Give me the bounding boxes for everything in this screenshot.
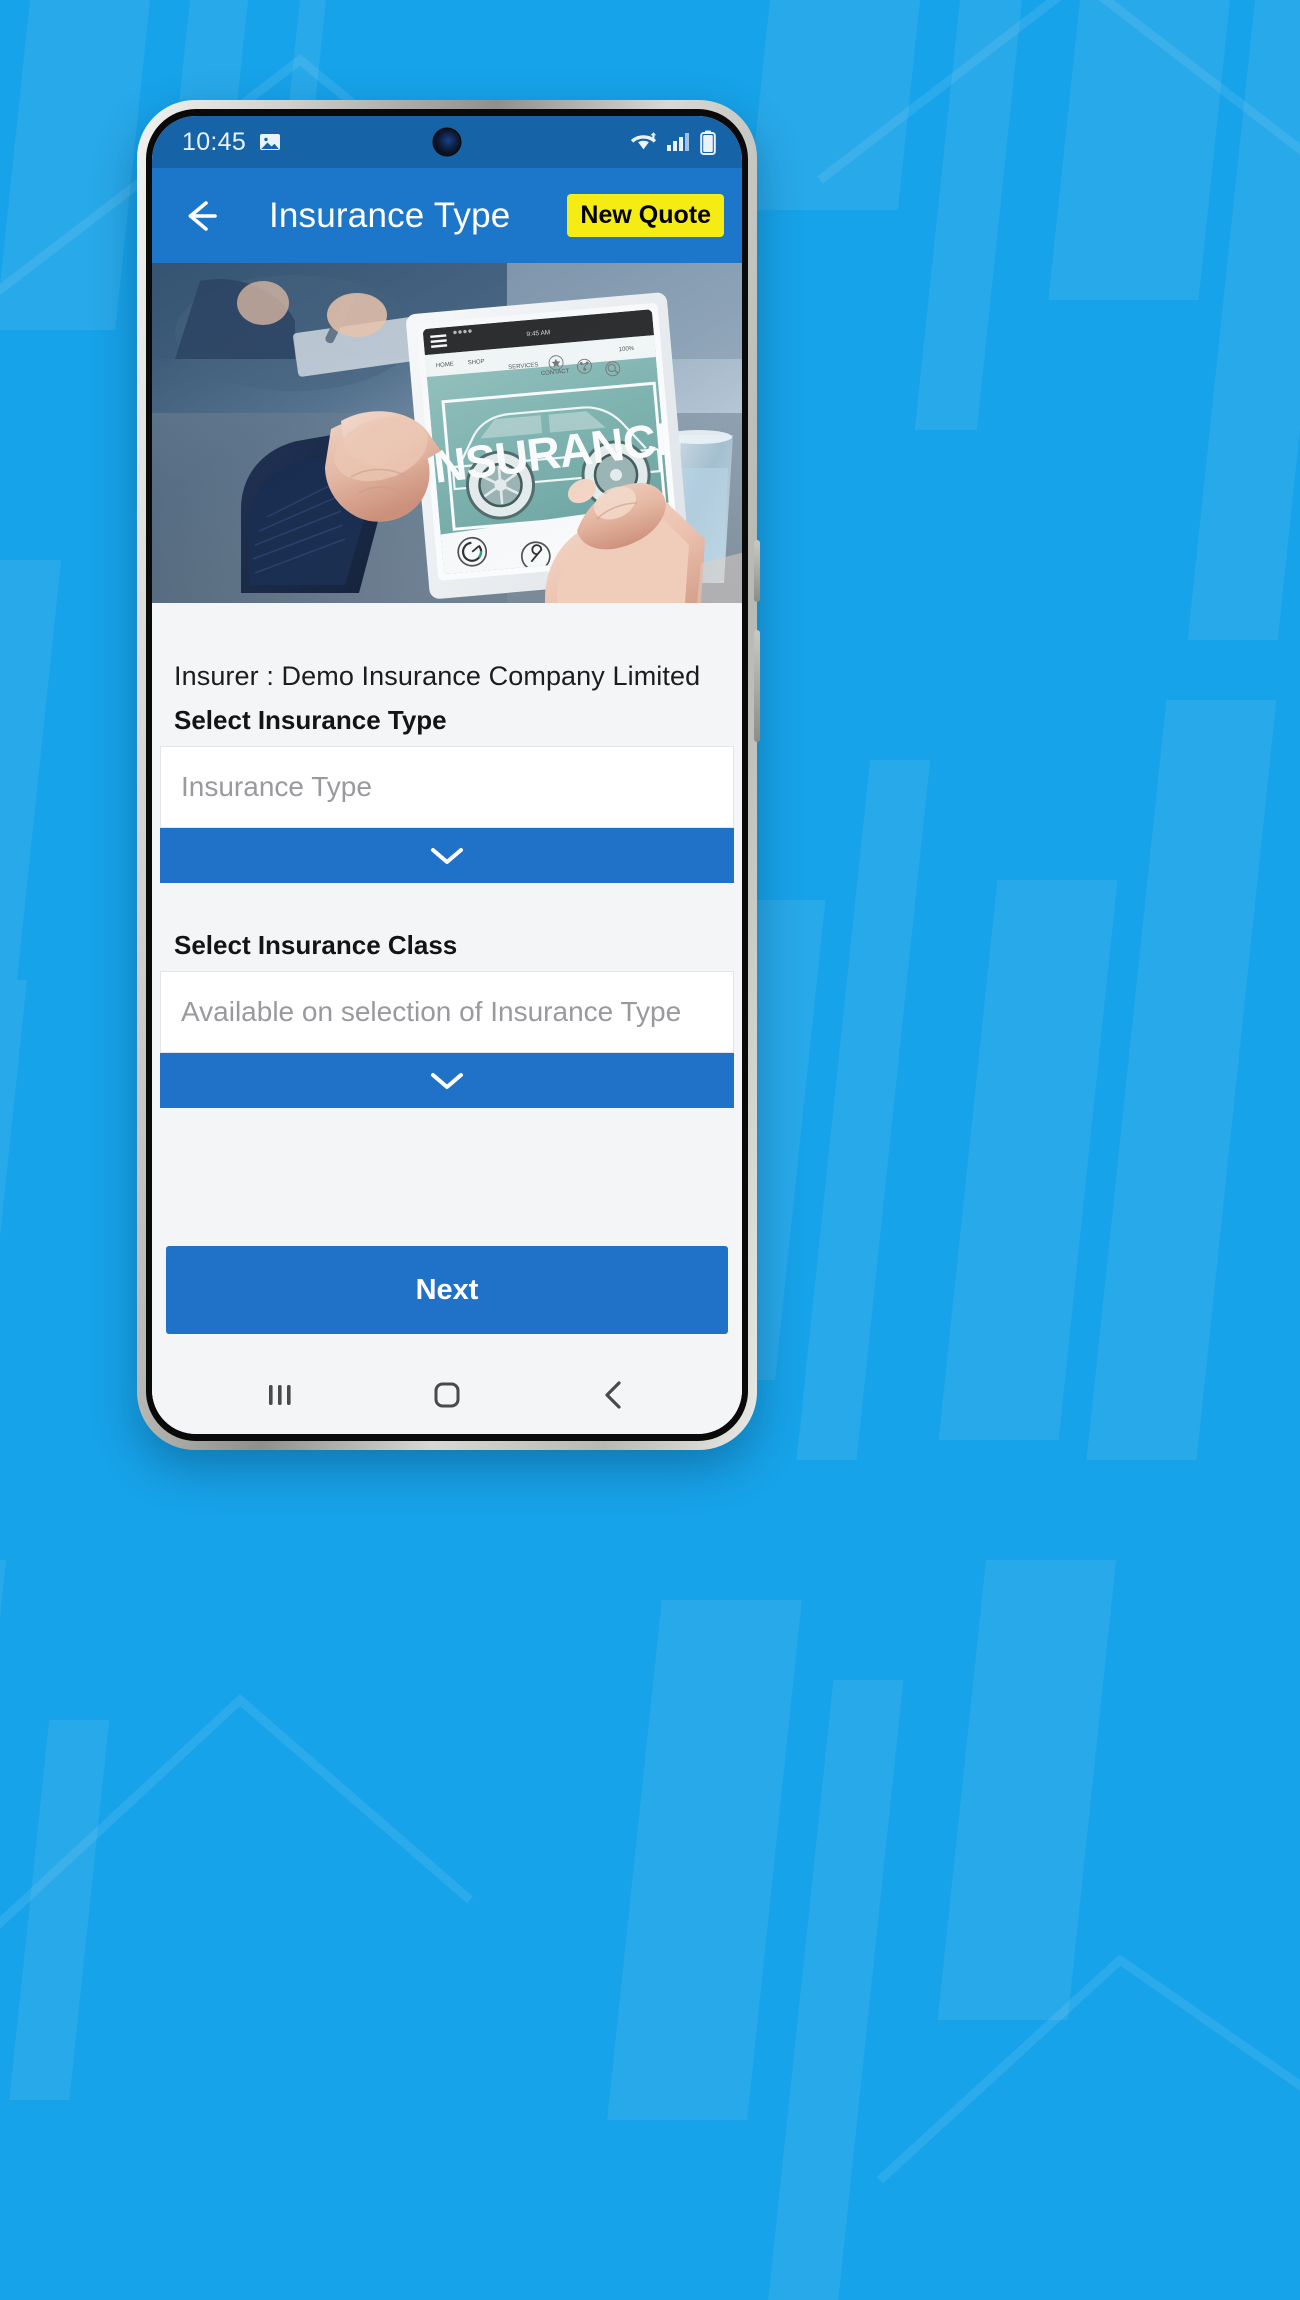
status-bar-system-icons — [630, 130, 716, 155]
signal-icon — [667, 133, 689, 151]
volume-button[interactable] — [754, 540, 760, 602]
form-content: Insurer : Demo Insurance Company Limited… — [152, 603, 742, 1356]
android-nav-bar — [152, 1356, 742, 1434]
recents-icon[interactable] — [260, 1378, 300, 1412]
page-title: Insurance Type — [268, 195, 511, 235]
submit-row: Next — [160, 1246, 734, 1334]
insurance-type-select[interactable]: Insurance Type — [160, 746, 734, 828]
form-divider-1 — [160, 883, 734, 917]
status-bar-clock: 10:45 — [182, 127, 247, 156]
insurance-type-dropdown-button[interactable] — [160, 828, 734, 883]
chevron-down-icon — [431, 1072, 463, 1089]
status-bar: 10:45 — [152, 116, 742, 168]
next-button[interactable]: Next — [166, 1246, 728, 1334]
home-icon[interactable] — [427, 1376, 467, 1414]
insurance-class-dropdown-button[interactable] — [160, 1053, 734, 1108]
insurance-class-label: Select Insurance Class — [174, 930, 458, 960]
insurer-label: Insurer : Demo Insurance Company Limited — [174, 661, 701, 691]
hero-illustration: 9:45 AM HOME SHOP SERVICES CONTACT 100% — [152, 263, 742, 603]
insurance-type-label: Select Insurance Type — [174, 705, 447, 735]
chevron-down-icon — [431, 847, 463, 864]
phone-bezel: 10:45 Insurance Type New Quote 9:45 AM H… — [146, 109, 748, 1441]
app-bar: Insurance Type New Quote — [152, 168, 742, 263]
insurance-type-placeholder: Insurance Type — [181, 771, 372, 802]
status-bar-notification-icons — [258, 130, 282, 154]
form-divider-2 — [160, 1108, 734, 1150]
phone-device: 10:45 Insurance Type New Quote 9:45 AM H… — [137, 100, 760, 1450]
battery-icon — [700, 130, 716, 155]
back-icon[interactable] — [594, 1377, 634, 1413]
insurance-class-placeholder: Available on selection of Insurance Type — [181, 996, 682, 1027]
insurance-class-select[interactable]: Available on selection of Insurance Type — [160, 971, 734, 1053]
image-icon — [260, 134, 281, 150]
wifi-icon — [630, 132, 657, 150]
power-button[interactable] — [754, 630, 760, 742]
phone-screen: 10:45 Insurance Type New Quote 9:45 AM H… — [152, 116, 742, 1434]
new-quote-button[interactable]: New Quote — [567, 193, 724, 238]
hero-image: 9:45 AM HOME SHOP SERVICES CONTACT 100% — [152, 263, 742, 603]
front-camera — [434, 129, 460, 155]
